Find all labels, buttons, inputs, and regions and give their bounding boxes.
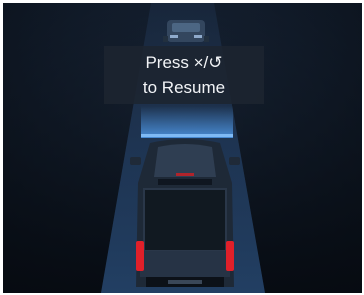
resume-message-line-1: Press ×/↺ — [145, 53, 223, 72]
resume-message-line-2: to Resume — [142, 78, 226, 97]
ego-vehicle-pickup-truck-icon — [130, 139, 240, 287]
lead-vehicle-car-icon — [163, 20, 209, 42]
resume-message-box: Press ×/↺ to Resume — [104, 46, 264, 104]
driver-assist-screen: Press ×/↺ to Resume — [3, 3, 362, 293]
